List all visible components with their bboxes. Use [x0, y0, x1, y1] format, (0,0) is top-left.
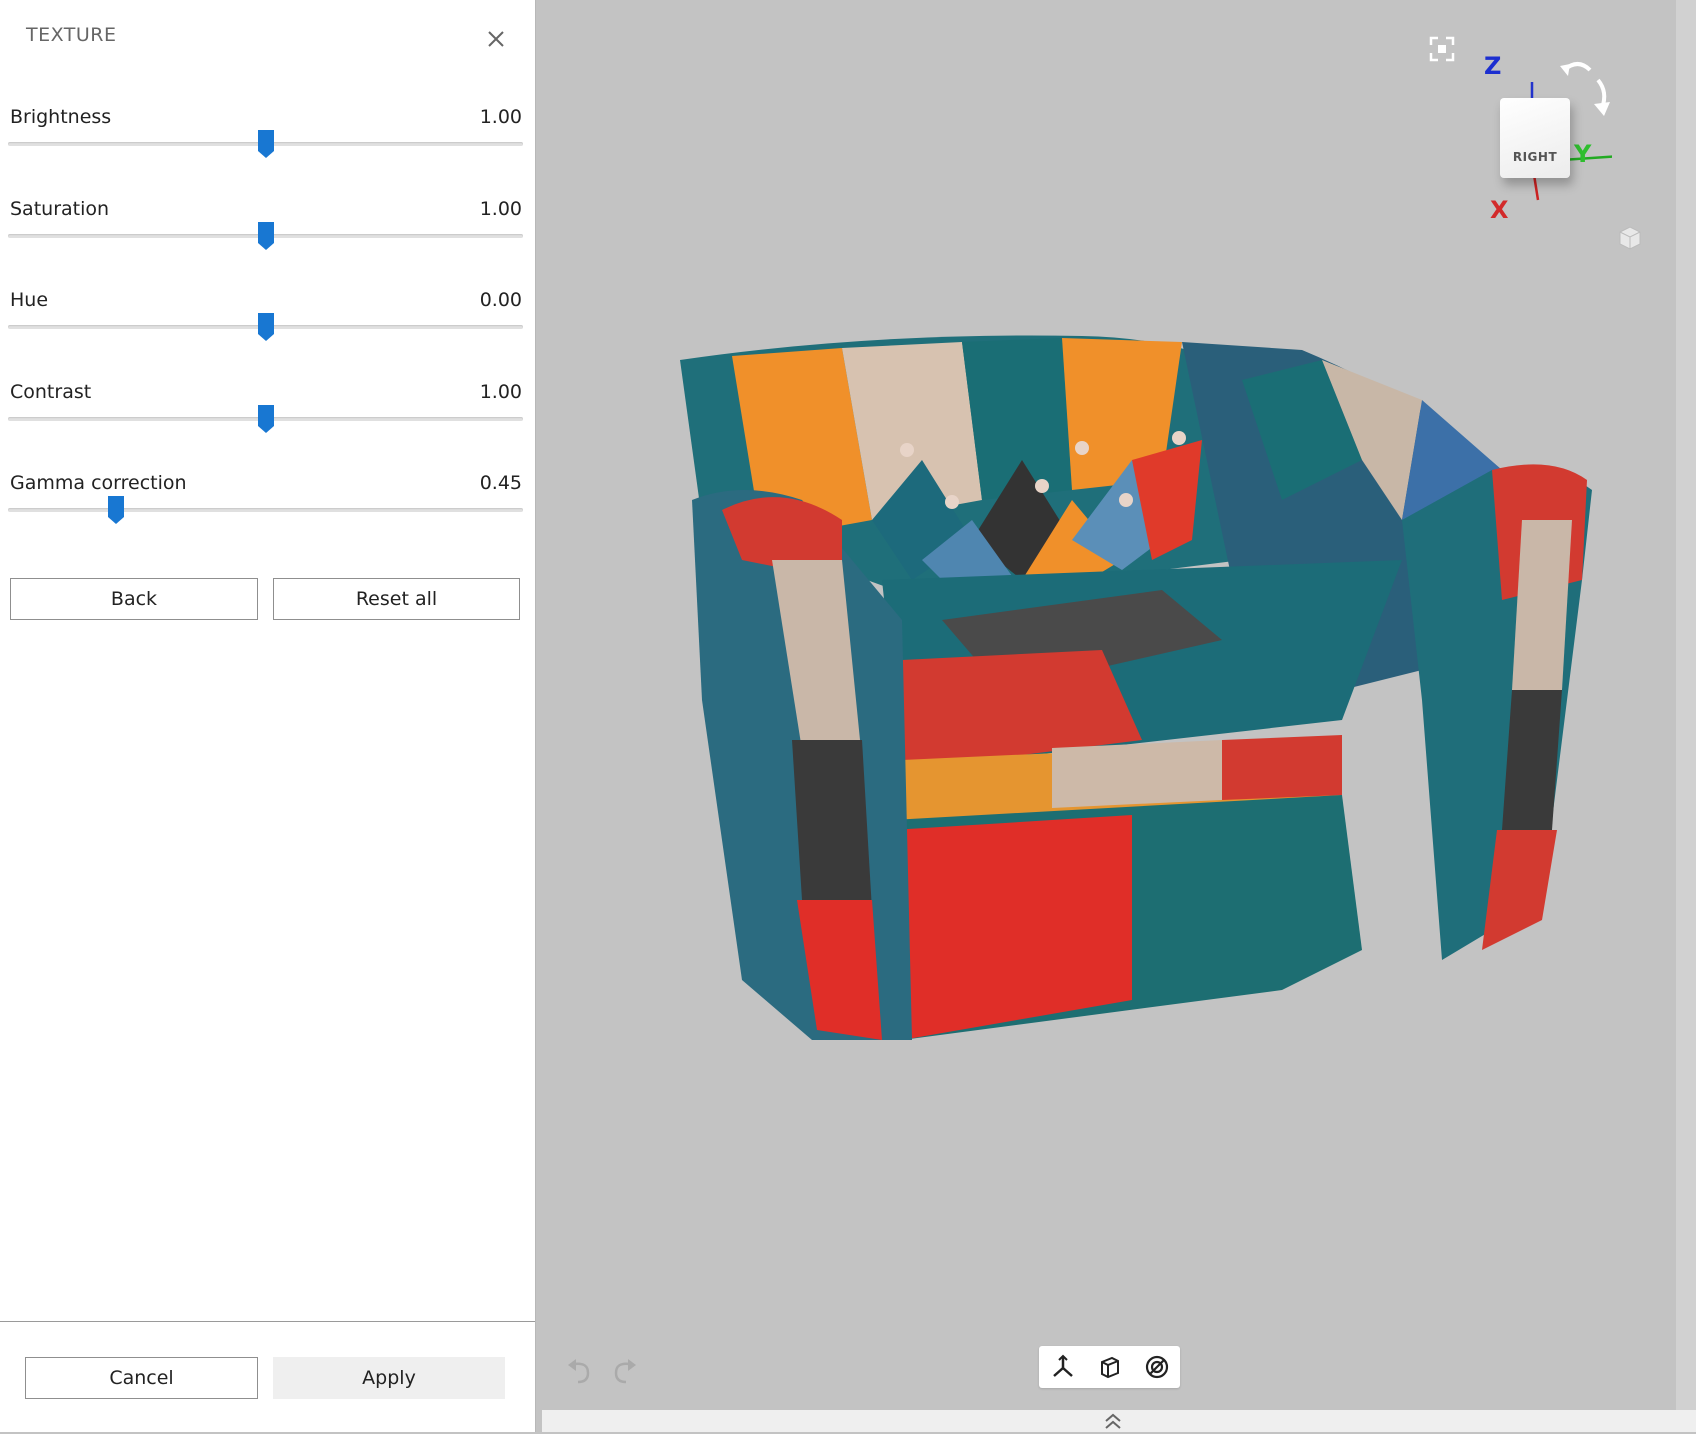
- z-axis-label: Z: [1484, 52, 1502, 80]
- slider-label: Contrast: [10, 381, 92, 403]
- slider-thumb[interactable]: [257, 312, 275, 342]
- bottom-panel-strip: [542, 1410, 1696, 1432]
- cancel-button[interactable]: Cancel: [25, 1357, 258, 1399]
- gamma-correction-slider: Gamma correction 0.45: [0, 472, 535, 552]
- viewport-toolbar: [1039, 1346, 1180, 1388]
- slider-thumb[interactable]: [107, 495, 125, 525]
- fit-view-button[interactable]: [1427, 34, 1457, 64]
- undo-icon: [568, 1359, 590, 1384]
- contrast-slider: Contrast 1.00: [0, 381, 535, 461]
- apply-button[interactable]: Apply: [273, 1357, 505, 1399]
- slider-label: Brightness: [10, 106, 112, 128]
- view-cube-menu-button[interactable]: [1616, 224, 1644, 252]
- redo-button[interactable]: [610, 1356, 640, 1386]
- reset-all-button[interactable]: Reset all: [273, 578, 520, 620]
- slider-track[interactable]: [8, 508, 523, 512]
- slider-label: Gamma correction: [10, 472, 187, 494]
- slider-value: 0.00: [479, 289, 522, 311]
- slider-thumb[interactable]: [257, 221, 275, 251]
- y-axis-label: Y: [1574, 140, 1592, 168]
- redo-icon: [614, 1359, 636, 1384]
- footer-divider: [0, 1321, 535, 1322]
- slider-label: Saturation: [10, 198, 110, 220]
- hue-slider: Hue 0.00: [0, 289, 535, 369]
- right-edge-strip: [1676, 0, 1696, 1410]
- box-view-icon: [1100, 1356, 1119, 1379]
- undo-button[interactable]: [564, 1356, 594, 1386]
- slider-value: 1.00: [479, 381, 522, 403]
- slider-thumb[interactable]: [257, 129, 275, 159]
- expand-up-icon: [1105, 1413, 1121, 1429]
- axes-icon: [1052, 1354, 1073, 1377]
- slider-thumb[interactable]: [257, 404, 275, 434]
- rotate-view-icon: [1560, 62, 1610, 116]
- back-button[interactable]: Back: [10, 578, 258, 620]
- fit-view-icon: [1429, 36, 1455, 62]
- texture-panel: TEXTURE Brightness 1.00 Saturation 1.00 …: [0, 0, 536, 1432]
- panel-title: TEXTURE: [26, 24, 117, 46]
- brightness-slider: Brightness 1.00: [0, 106, 535, 186]
- slider-label: Hue: [10, 289, 49, 311]
- close-icon: [488, 31, 504, 47]
- view-cube-face-label: RIGHT: [1512, 150, 1558, 164]
- saturation-slider: Saturation 1.00: [0, 198, 535, 278]
- view-cube-menu-icon: [1619, 226, 1641, 250]
- target-button[interactable]: [1139, 1349, 1175, 1385]
- expand-up-button[interactable]: [1101, 1412, 1125, 1430]
- x-axis-label: X: [1490, 196, 1509, 224]
- slider-value: 1.00: [479, 106, 522, 128]
- slider-value: 0.45: [479, 472, 522, 494]
- rotate-view-button[interactable]: [1558, 58, 1612, 122]
- slider-value: 1.00: [479, 198, 522, 220]
- 3d-viewport[interactable]: Z Y X RIGHT: [542, 0, 1696, 1410]
- target-icon: [1145, 1355, 1168, 1379]
- close-button[interactable]: [481, 24, 511, 54]
- box-view-button[interactable]: [1092, 1349, 1128, 1385]
- axes-button[interactable]: [1045, 1349, 1081, 1385]
